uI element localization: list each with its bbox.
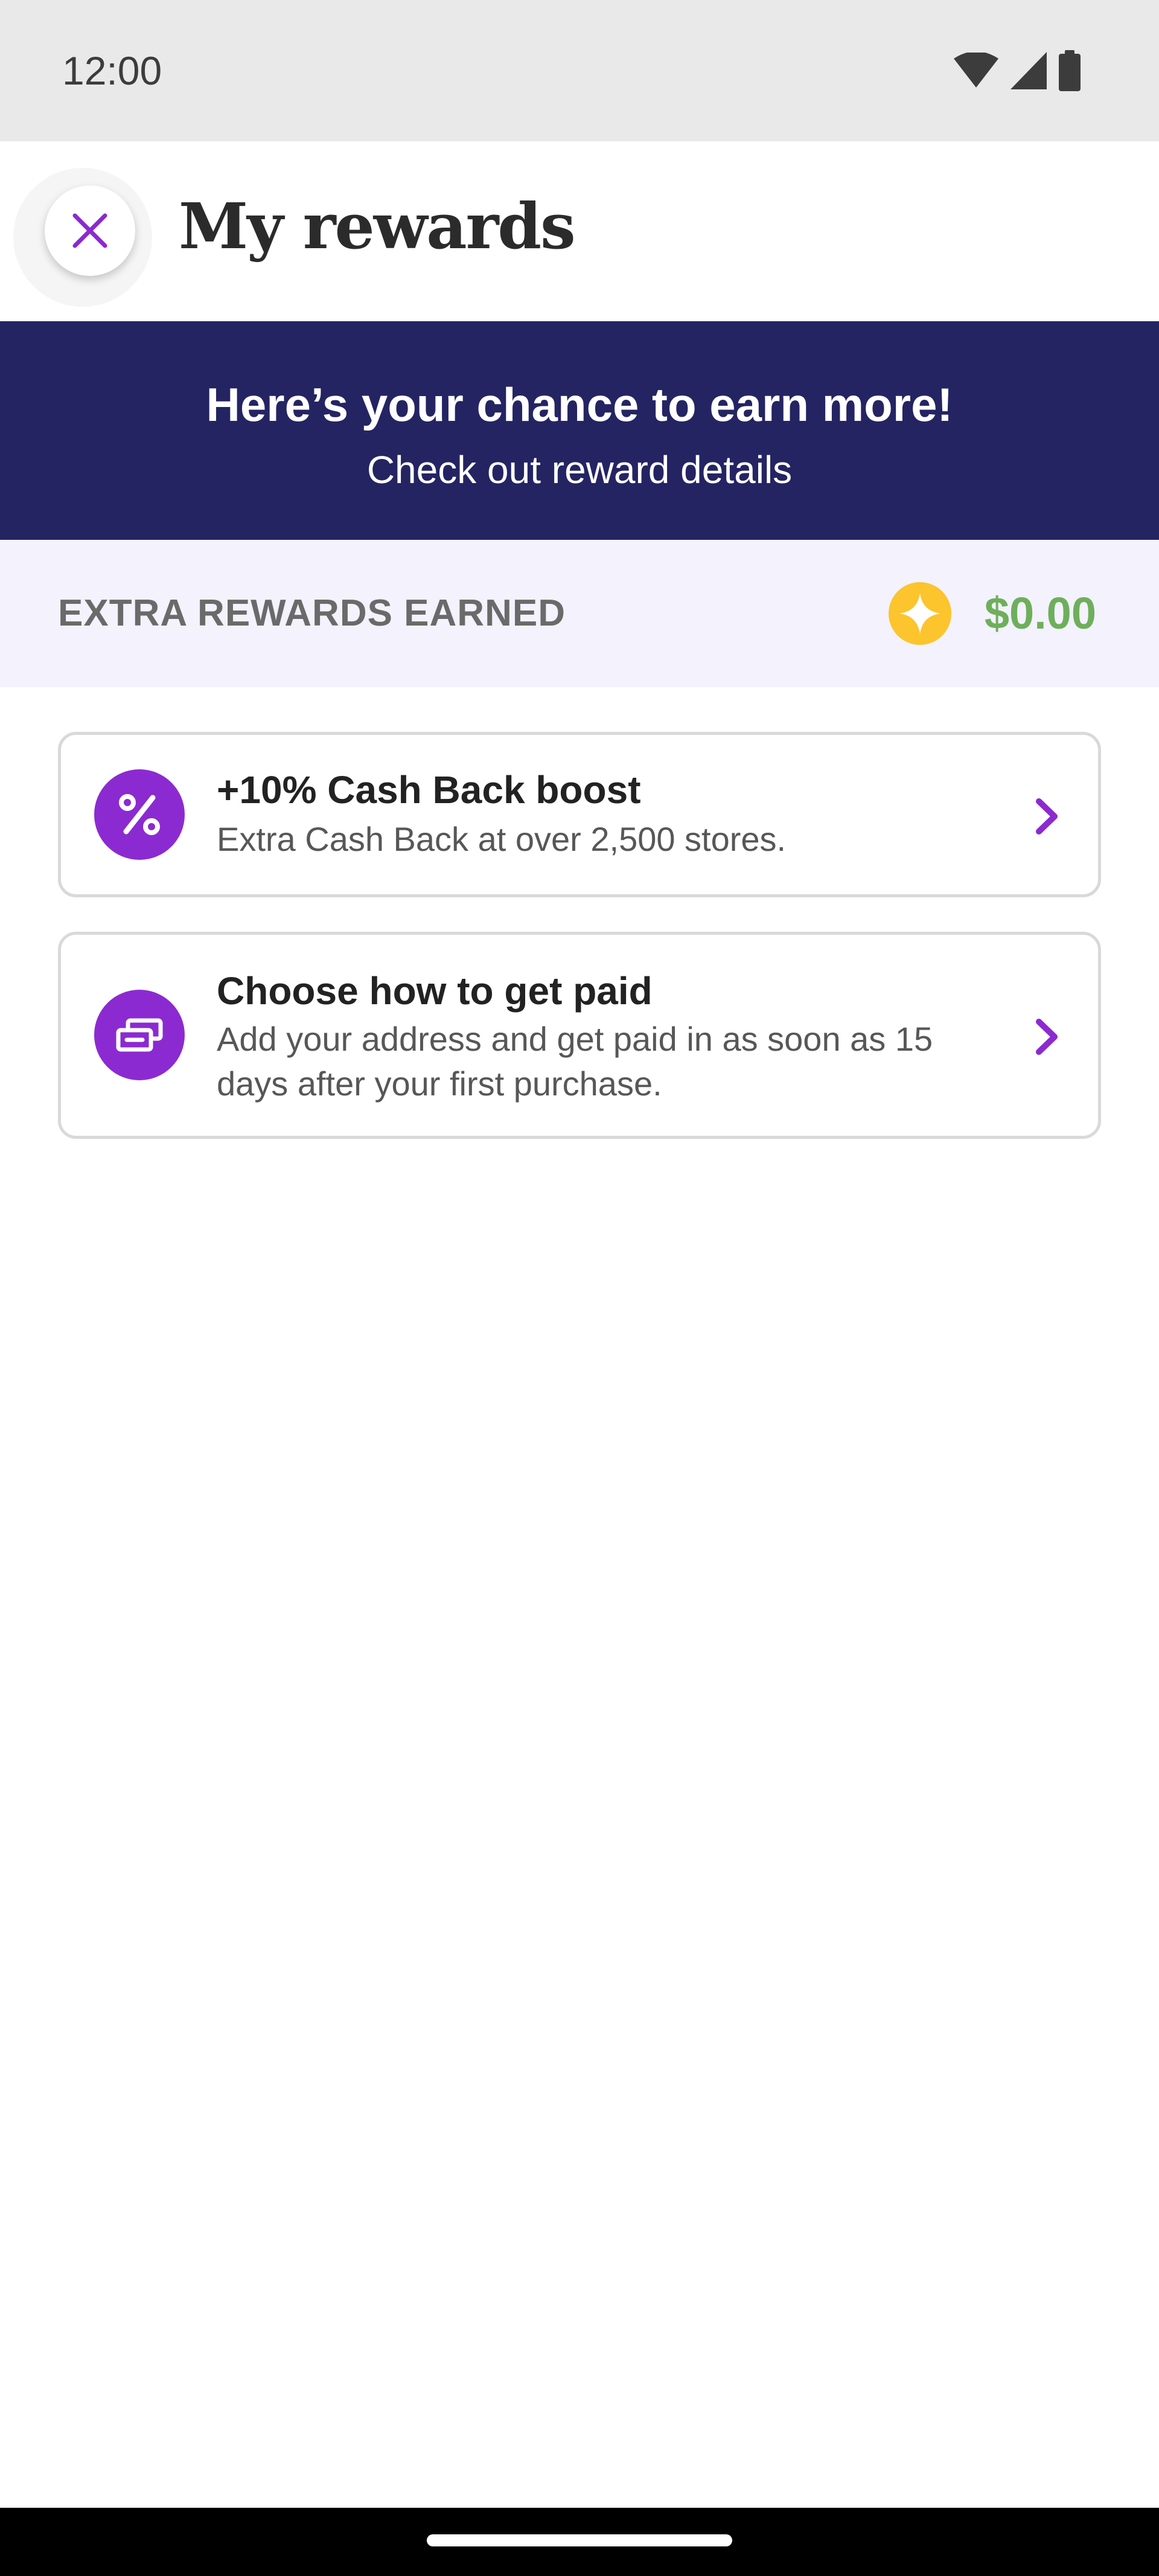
close-icon [72, 213, 107, 248]
wifi-icon [954, 53, 998, 88]
earned-amount: $0.00 [984, 588, 1096, 638]
status-time: 12:00 [62, 48, 162, 93]
close-button[interactable] [45, 185, 135, 276]
chevron-right-icon [1036, 1019, 1058, 1055]
status-icons [954, 50, 1081, 91]
cellular-signal-icon [1011, 52, 1047, 89]
payment-cards-icon [116, 1018, 163, 1052]
percent-icon [119, 794, 160, 835]
card-icon-badge [94, 990, 185, 1080]
star-coin-icon [889, 582, 951, 645]
extra-rewards-earned: EXTRA REWARDS EARNED $0.00 [0, 540, 1159, 687]
chevron-right-icon [1036, 798, 1058, 835]
app-header: My rewards [0, 141, 1159, 321]
status-bar: 12:00 [0, 0, 1159, 141]
battery-icon [1059, 50, 1081, 91]
earned-label: EXTRA REWARDS EARNED [58, 592, 566, 634]
page-title: My rewards [179, 189, 576, 263]
cash-back-boost-card[interactable]: +10% Cash Back boost Extra Cash Back at … [58, 732, 1101, 897]
home-indicator[interactable] [427, 2534, 732, 2546]
get-paid-card[interactable]: Choose how to get paid Add your address … [58, 932, 1101, 1139]
system-nav-bar [0, 2508, 1159, 2576]
card-description: Extra Cash Back at over 2,500 stores. [217, 820, 787, 858]
reward-details-link[interactable]: Check out reward details [0, 446, 1159, 494]
promo-title: Here’s your chance to earn more! [206, 378, 953, 431]
card-icon-badge [94, 769, 185, 860]
card-title: +10% Cash Back boost [217, 768, 641, 812]
rewards-screen: 12:00 My rewards Here’s your chance to e… [0, 0, 1159, 2576]
card-description: Add your address and get paid in as soon… [217, 1020, 933, 1103]
promo-banner[interactable]: Here’s your chance to earn more! Check o… [0, 321, 1159, 540]
card-title: Choose how to get paid [217, 969, 653, 1013]
